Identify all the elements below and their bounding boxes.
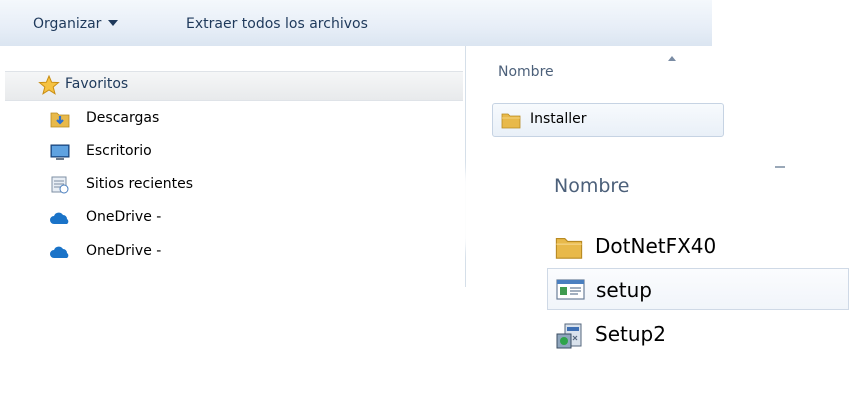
organize-label: Organizar: [33, 16, 102, 32]
downloads-folder-icon: [50, 112, 70, 128]
nav-item-label: Descargas: [86, 110, 160, 126]
file-row-setup[interactable]: setup: [547, 268, 849, 310]
nav-item-label: OneDrive -: [86, 209, 162, 225]
recent-places-icon: [51, 176, 69, 194]
redaction-smudge: [200, 170, 480, 250]
file-name: Installer: [530, 111, 587, 127]
sort-ascending-icon: [668, 56, 676, 61]
navigation-pane: Favoritos Descargas Escritorio Sitios re…: [0, 46, 466, 287]
zoomed-file-list: Nombre DotNetFX40 setup Setup2: [522, 153, 851, 399]
nav-item-escritorio[interactable]: Escritorio: [46, 139, 346, 165]
file-name: setup: [596, 278, 652, 302]
onedrive-cloud-icon: [50, 212, 69, 224]
onedrive-cloud-icon: [50, 246, 69, 258]
file-row-dotnetfx40[interactable]: DotNetFX40: [547, 225, 847, 265]
caret-down-icon: [108, 20, 119, 26]
nav-item-label: OneDrive -: [86, 243, 162, 259]
extract-all-label: Extraer todos los archivos: [186, 16, 368, 32]
installer-exe-icon: [556, 323, 582, 349]
command-bar: Organizar Extraer todos los archivos: [0, 0, 712, 47]
favorites-label: Favoritos: [65, 76, 129, 92]
folder-icon: [555, 238, 583, 259]
file-name: Setup2: [595, 322, 666, 346]
folder-icon: [501, 113, 521, 129]
column-divider: [775, 166, 785, 168]
organize-button[interactable]: Organizar: [33, 14, 119, 34]
desktop-icon: [50, 144, 70, 160]
nav-item-label: Sitios recientes: [86, 176, 193, 192]
column-header-name[interactable]: Nombre: [498, 64, 554, 80]
favorites-header[interactable]: Favoritos: [5, 71, 463, 101]
nav-item-label: Escritorio: [86, 143, 152, 159]
file-name: DotNetFX40: [595, 234, 717, 258]
nav-item-descargas[interactable]: Descargas: [46, 106, 346, 132]
file-row-setup2[interactable]: Setup2: [547, 313, 847, 353]
file-row-installer[interactable]: Installer: [492, 103, 724, 137]
star-icon: [38, 75, 60, 95]
setup-ini-icon: [556, 279, 585, 300]
column-header-name[interactable]: Nombre: [554, 175, 630, 197]
extract-all-button[interactable]: Extraer todos los archivos: [186, 14, 368, 34]
